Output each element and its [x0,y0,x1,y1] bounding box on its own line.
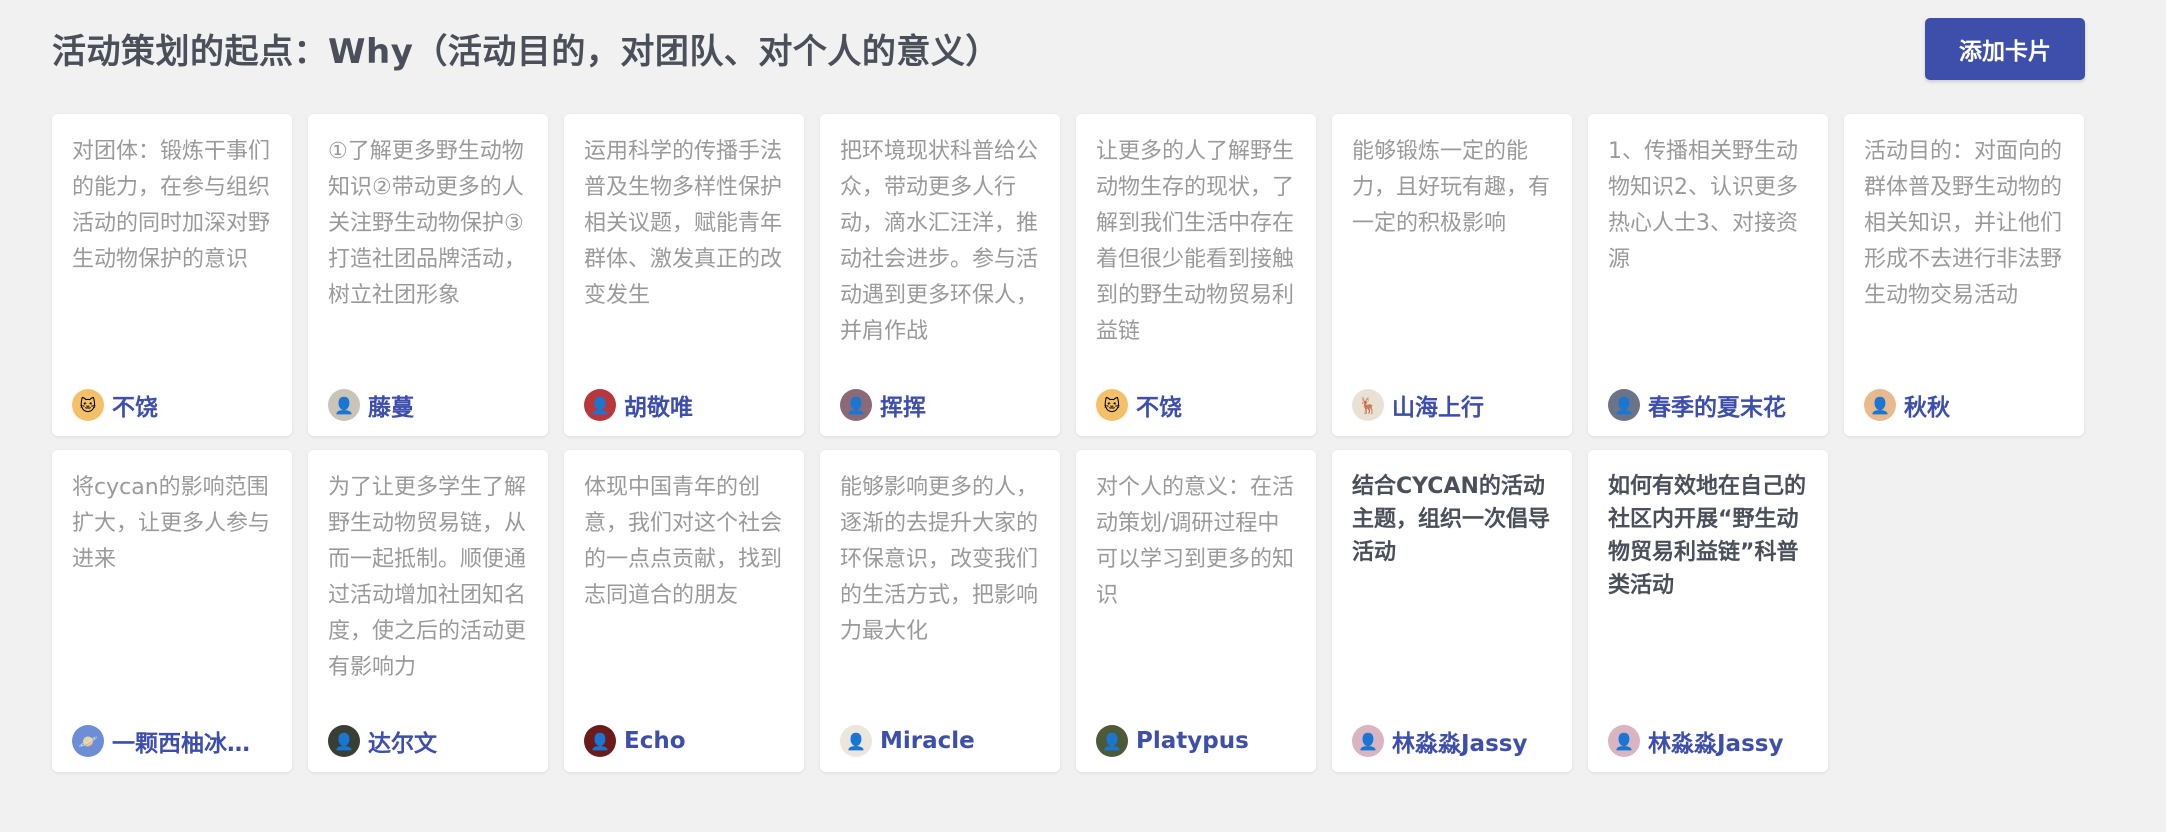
card-content: 如何有效地在自己的社区内开展“野生动物贸易利益链”科普类活动 [1608,474,1807,598]
author-name: 藤蔓 [368,395,414,421]
card-content: 为了让更多学生了解野生动物贸易链，从而一起抵制。顺便通过活动增加社团知名度，使之… [328,475,527,680]
card-author[interactable]: 👤 达尔文 [328,724,534,758]
card-grid: 对团体：锻炼干事们的能力，在参与组织活动的同时加深对野生动物保护的意识 🐱 不饶 ①了… [52,114,2084,772]
idea-card[interactable]: 体现中国青年的创意，我们对这个社会的一点点贡献，找到志同道合的朋友 👤 Echo [564,450,804,772]
card-content: ①了解更多野生动物知识②带动更多的人关注野生动物保护③打造社团品牌活动，树立社团… [328,139,527,308]
card-content: 结合CYCAN的活动主题，组织一次倡导活动 [1352,474,1551,565]
card-author[interactable]: 👤 Platypus [1096,724,1302,758]
idea-card[interactable]: 能够影响更多的人，逐渐的去提升大家的环保意识，改变我们的生活方式，把影响力最大化… [820,450,1060,772]
person-avatar-icon: 👤 [584,389,616,421]
card-content: 1、传播相关野生动物知识2、认识更多热心人士3、对接资源 [1608,139,1798,272]
person-avatar-icon: 👤 [1608,725,1640,757]
idea-card[interactable]: 把环境现状科普给公众，带动更多人行动，滴水汇汪洋，推动社会进步。参与活动遇到更多… [820,114,1060,436]
person-avatar-icon: 👤 [840,389,872,421]
author-name: 林淼淼Jassy [1648,731,1784,757]
card-content: 能够影响更多的人，逐渐的去提升大家的环保意识，改变我们的生活方式，把影响力最大化 [840,475,1039,644]
person-avatar-icon: 👤 [584,725,616,757]
card-author[interactable]: 👤 藤蔓 [328,388,534,422]
idea-card[interactable]: 让更多的人了解野生动物生存的现状，了解到我们生活中存在着但很少能看到接触到的野生… [1076,114,1316,436]
person-avatar-icon: 👤 [1352,725,1384,757]
person-avatar-icon: 👤 [1096,725,1128,757]
idea-card[interactable]: ①了解更多野生动物知识②带动更多的人关注野生动物保护③打造社团品牌活动，树立社团… [308,114,548,436]
card-author[interactable]: 🦌 山海上行 [1352,388,1558,422]
planet-avatar-icon: 🪐 [72,725,104,757]
card-content: 对团体：锻炼干事们的能力，在参与组织活动的同时加深对野生动物保护的意识 [72,139,271,272]
card-author[interactable]: 👤 挥挥 [840,388,1046,422]
idea-card[interactable]: 将cycan的影响范围扩大，让更多人参与进来 🪐 一颗西柚冰… [52,450,292,772]
card-author[interactable]: 👤 秋秋 [1864,388,2070,422]
card-content: 让更多的人了解野生动物生存的现状，了解到我们生活中存在着但很少能看到接触到的野生… [1096,139,1295,344]
idea-card[interactable]: 结合CYCAN的活动主题，组织一次倡导活动 👤 林淼淼Jassy [1332,450,1572,772]
deer-avatar-icon: 🦌 [1352,389,1384,421]
card-content: 把环境现状科普给公众，带动更多人行动，滴水汇汪洋，推动社会进步。参与活动遇到更多… [840,139,1039,344]
add-card-button[interactable]: 添加卡片 [1925,18,2085,80]
card-author[interactable]: 👤 胡敬唯 [584,388,790,422]
author-name: Platypus [1136,728,1249,754]
card-content: 将cycan的影响范围扩大，让更多人参与进来 [72,475,271,572]
card-author[interactable]: 👤 Miracle [840,724,1046,758]
author-name: Echo [624,728,686,754]
card-author[interactable]: 🐱 不饶 [1096,388,1302,422]
person-avatar-icon: 👤 [1864,389,1896,421]
person-avatar-icon: 👤 [1608,389,1640,421]
idea-card[interactable]: 活动目的：对面向的群体普及野生动物的相关知识，并让他们形成不去进行非法野生动物交… [1844,114,2084,436]
person-avatar-icon: 👤 [328,389,360,421]
idea-card[interactable]: 为了让更多学生了解野生动物贸易链，从而一起抵制。顺便通过活动增加社团知名度，使之… [308,450,548,772]
person-avatar-icon: 👤 [840,725,872,757]
card-author[interactable]: 👤 春季的夏末花 [1608,388,1814,422]
author-name: 不饶 [112,395,158,421]
card-content: 体现中国青年的创意，我们对这个社会的一点点贡献，找到志同道合的朋友 [584,475,783,608]
author-name: 挥挥 [880,395,926,421]
page-title: 活动策划的起点：Why（活动目的，对团队、对个人的意义） [52,32,1000,72]
idea-card[interactable]: 对团体：锻炼干事们的能力，在参与组织活动的同时加深对野生动物保护的意识 🐱 不饶 [52,114,292,436]
author-name: 山海上行 [1392,395,1484,421]
idea-card[interactable]: 运用科学的传播手法普及生物多样性保护相关议题，赋能青年群体、激发真正的改变发生 👤… [564,114,804,436]
idea-card[interactable]: 对个人的意义：在活动策划/调研过程中可以学习到更多的知识 👤 Platypus [1076,450,1316,772]
author-name: 达尔文 [368,731,437,757]
card-author[interactable]: 👤 林淼淼Jassy [1608,724,1814,758]
author-name: 胡敬唯 [624,395,693,421]
card-content: 对个人的意义：在活动策划/调研过程中可以学习到更多的知识 [1096,475,1295,608]
author-name: 春季的夏末花 [1648,395,1786,421]
cat-avatar-icon: 🐱 [72,389,104,421]
author-name: 一颗西柚冰… [112,731,250,757]
cat-avatar-icon: 🐱 [1096,389,1128,421]
card-content: 运用科学的传播手法普及生物多样性保护相关议题，赋能青年群体、激发真正的改变发生 [584,139,783,308]
author-name: 不饶 [1136,395,1182,421]
author-name: 秋秋 [1904,395,1950,421]
idea-card[interactable]: 1、传播相关野生动物知识2、认识更多热心人士3、对接资源 👤 春季的夏末花 [1588,114,1828,436]
card-author[interactable]: 👤 林淼淼Jassy [1352,724,1558,758]
author-name: Miracle [880,728,975,754]
idea-card[interactable]: 如何有效地在自己的社区内开展“野生动物贸易利益链”科普类活动 👤 林淼淼Jassy [1588,450,1828,772]
card-author[interactable]: 🐱 不饶 [72,388,278,422]
card-author[interactable]: 🪐 一颗西柚冰… [72,724,278,758]
idea-card[interactable]: 能够锻炼一定的能力，且好玩有趣，有一定的积极影响 🦌 山海上行 [1332,114,1572,436]
person-avatar-icon: 👤 [328,725,360,757]
author-name: 林淼淼Jassy [1392,731,1528,757]
card-content: 能够锻炼一定的能力，且好玩有趣，有一定的积极影响 [1352,139,1551,236]
card-content: 活动目的：对面向的群体普及野生动物的相关知识，并让他们形成不去进行非法野生动物交… [1864,139,2063,308]
card-author[interactable]: 👤 Echo [584,724,790,758]
